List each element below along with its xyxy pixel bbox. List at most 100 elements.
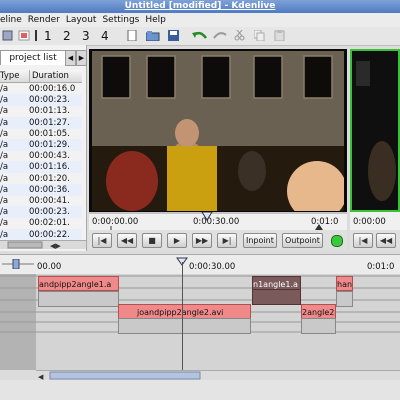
item-duration: 00:00:41. (29, 196, 70, 206)
item-type: /a (0, 84, 9, 94)
item-duration: 00:00:23. (29, 95, 70, 106)
item-type: /a (0, 229, 9, 240)
project-list-header: Type Duration (0, 70, 82, 83)
save-icon[interactable] (168, 30, 179, 41)
status-area (0, 380, 400, 400)
timeline-clip-audio[interactable] (336, 291, 353, 307)
menu-timeline[interactable]: eline (0, 15, 22, 25)
list-item[interactable]: /a 00:00:41. (0, 195, 82, 207)
timeline-clip-audio[interactable] (301, 318, 336, 334)
timeline-ruler-bar: 00.00 0:00:30.00 0:01:0 (0, 254, 400, 275)
tool-4[interactable]: 4 (101, 27, 109, 45)
tab-scroll-right-icon[interactable]: ▶ (76, 50, 87, 66)
list-item[interactable]: /a 00:01:16. (0, 161, 82, 174)
timeline-clip-audio[interactable] (252, 289, 301, 305)
ruler-label: 0:00:00 (353, 217, 386, 227)
item-type: /a (0, 184, 9, 195)
razor-icon[interactable] (32, 30, 40, 41)
item-duration: 00:02:01. (29, 218, 70, 229)
menu-help[interactable]: Help (145, 15, 166, 25)
tab-scroll-left-icon[interactable]: ◀ (65, 50, 76, 66)
rewind-to-start-icon[interactable]: |◀ (92, 233, 112, 248)
undo-icon[interactable] (192, 30, 208, 41)
item-duration: 00:00:22. (29, 229, 70, 240)
timeline-ruler-label: 0:01:0 (367, 262, 395, 272)
item-duration: 00:01:16. (29, 162, 70, 173)
cut-icon[interactable] (234, 29, 245, 41)
project-list-scrollbar[interactable]: ◀▶ (0, 240, 86, 250)
list-item[interactable]: /a 00:00:36. (0, 183, 82, 196)
timeline-clip[interactable]: joandpipp2angle2.avi (118, 304, 251, 319)
item-duration: 00:01:27. (29, 117, 70, 128)
timeline-cursor-line (182, 262, 183, 370)
timeline-clip[interactable]: han (336, 276, 353, 291)
paste-icon[interactable] (274, 30, 285, 42)
inpoint-button[interactable]: Inpoint (243, 233, 277, 248)
list-item[interactable]: /a 00:02:01. (0, 217, 82, 229)
item-type: /a (0, 117, 9, 128)
project-video-frame (352, 51, 398, 210)
item-type: /a (0, 173, 9, 184)
tool-2[interactable]: 2 (63, 27, 71, 45)
timeline-clip-audio[interactable] (118, 318, 251, 334)
list-item[interactable]: /a 00:00:23. (0, 94, 82, 107)
list-item[interactable]: /a 00:01:20. (0, 173, 82, 185)
forward-to-end-icon[interactable]: ▶| (217, 233, 237, 248)
item-duration: 00:01:20. (29, 173, 70, 184)
tool-3[interactable]: 3 (82, 27, 90, 45)
play-icon[interactable]: ▶ (167, 233, 187, 248)
clip-monitor-ruler[interactable]: 0:00:00.00 0:00:30.00 0:01:0 (89, 212, 347, 230)
list-item[interactable]: /a 00:00:16.0 (0, 83, 82, 95)
open-folder-icon[interactable] (145, 30, 160, 42)
track-header-lines (0, 275, 36, 333)
selection-icon[interactable] (18, 30, 30, 41)
video-frame (92, 51, 344, 211)
list-item[interactable]: /a 00:00:23. (0, 206, 82, 219)
column-duration-header[interactable]: Duration (29, 70, 69, 82)
timeline-clip-audio[interactable] (38, 291, 119, 307)
outpoint-button[interactable]: Outpoint (282, 233, 323, 248)
track-headers (0, 274, 36, 370)
list-item[interactable]: /a 00:01:29. (0, 139, 82, 151)
stop-icon[interactable]: ■ (142, 233, 162, 248)
item-duration: 00:00:23. (29, 207, 70, 218)
clip-monitor-controls: |◀ ◀◀ ■ ▶ ▶▶ ▶| Inpoint Outpoint (89, 230, 347, 250)
list-item[interactable]: /a 00:01:13. (0, 105, 82, 117)
rewind-to-start-icon[interactable]: |◀ (353, 233, 373, 248)
menu-layout[interactable]: Layout (66, 15, 97, 25)
project-monitor-ruler[interactable]: 0:00:00 (350, 212, 400, 230)
copy-icon[interactable] (253, 29, 265, 42)
list-item[interactable]: /a 00:01:27. (0, 116, 82, 129)
timeline-tracks: andpipp2angle1.a n1angle1.a han joandpip… (36, 274, 400, 370)
active-monitor-indicator (331, 235, 343, 247)
item-type: /a (0, 218, 9, 229)
item-duration: 00:01:29. (29, 140, 70, 150)
list-item[interactable]: /a 00:01:05. (0, 128, 82, 140)
menu-settings[interactable]: Settings (102, 15, 139, 25)
new-file-icon[interactable] (126, 29, 137, 42)
rewind-icon[interactable]: ◀◀ (117, 233, 137, 248)
item-duration: 00:01:05. (29, 128, 70, 139)
column-type-header[interactable]: Type (0, 70, 20, 82)
project-monitor (350, 49, 400, 212)
item-type: /a (0, 207, 9, 218)
redo-icon[interactable] (212, 30, 228, 41)
item-type: /a (0, 95, 9, 106)
project-monitor-controls: |◀ ◀◀ (350, 230, 400, 250)
list-item[interactable]: /a 00:00:43. (0, 150, 82, 162)
zoom-icon[interactable] (2, 30, 13, 41)
forward-icon[interactable]: ▶▶ (192, 233, 212, 248)
timeline-clip[interactable]: andpipp2angle1.a (38, 276, 119, 291)
window-title: Untitled [modified] - Kdenlive (0, 0, 400, 13)
timeline-clip[interactable]: 2angle2.a (301, 304, 336, 319)
tab-project-list[interactable]: project list (0, 50, 66, 65)
rewind-icon[interactable]: ◀◀ (376, 233, 396, 248)
item-type: /a (0, 128, 9, 139)
item-duration: 00:00:16.0 (29, 84, 76, 94)
menu-render[interactable]: Render (28, 15, 60, 25)
menu-bar: eline Render Layout Settings Help (0, 13, 400, 27)
list-item[interactable]: /a 00:00:22. (0, 228, 82, 241)
zoom-slider[interactable] (2, 258, 34, 270)
tool-1[interactable]: 1 (44, 27, 52, 45)
item-duration: 00:01:13. (29, 106, 70, 117)
